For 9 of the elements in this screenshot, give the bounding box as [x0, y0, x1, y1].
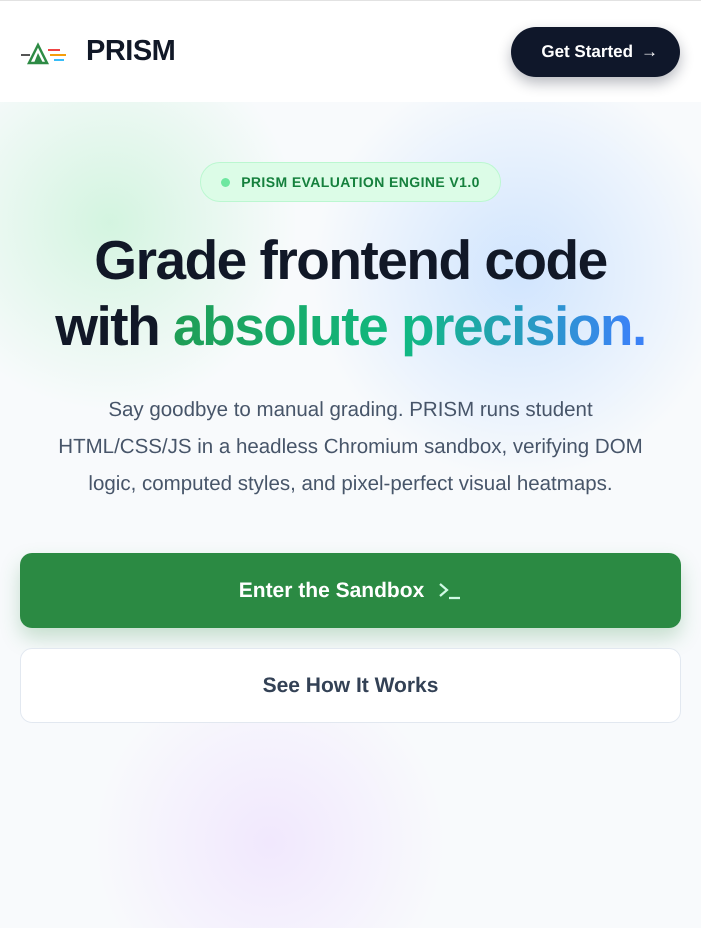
enter-sandbox-button[interactable]: Enter the Sandbox [20, 553, 681, 628]
terminal-icon [438, 580, 462, 600]
description: Say goodbye to manual grading. PRISM runs student HTML/CSS/JS in a headless Chromium sandbox, verifying DOM logic, computed styles, and pixel-perfect visual heatmaps. [57, 397, 644, 497]
status-dot-icon [221, 178, 230, 186]
get-started-button[interactable]: Get Started → [511, 26, 680, 76]
how-it-works-button[interactable]: See How It Works [20, 648, 681, 723]
brand-name: PRISM [86, 35, 176, 68]
headline: Grade frontend code with absolute precision. [54, 228, 647, 359]
version-badge: PRISM EVALUATION ENGINE V1.0 [200, 162, 501, 202]
